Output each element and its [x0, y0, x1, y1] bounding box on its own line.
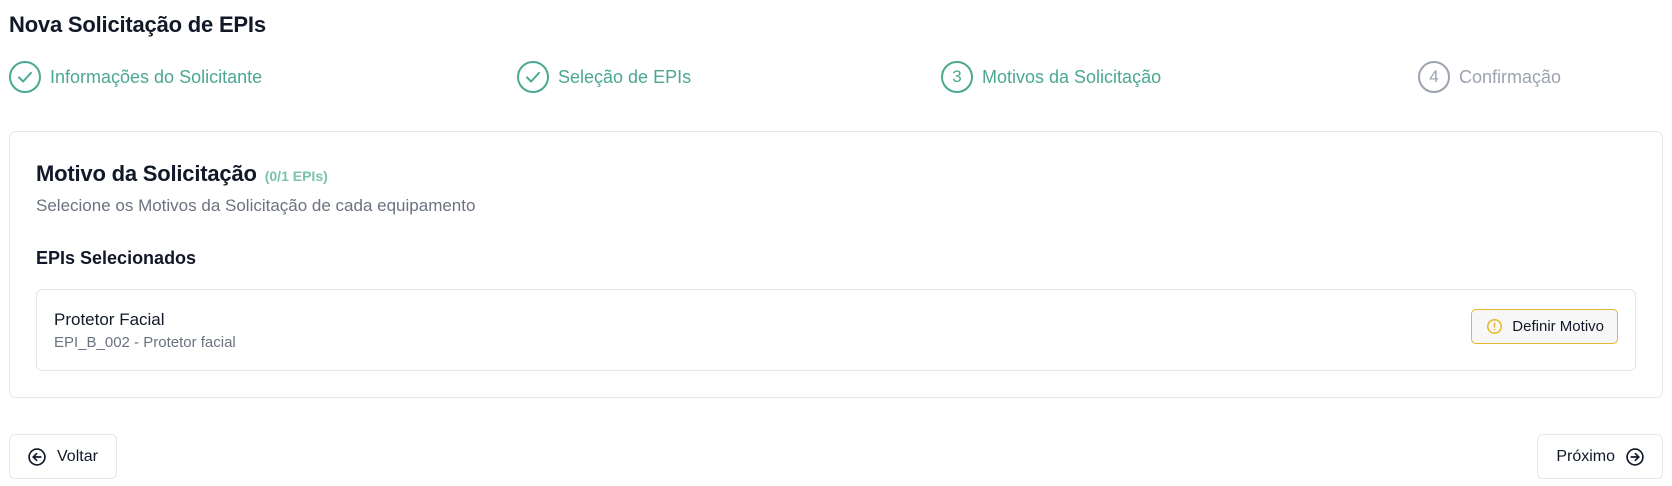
- selection-count: (0/1 EPIs): [264, 168, 328, 184]
- define-reason-label: Definir Motivo: [1512, 318, 1604, 335]
- step-label: Seleção de EPIs: [558, 66, 692, 87]
- step-informacoes-solicitante[interactable]: Informações do Solicitante: [9, 59, 262, 95]
- step-label: Motivos da Solicitação: [982, 66, 1162, 87]
- card-description: Selecione os Motivos da Solicitação de c…: [36, 196, 476, 215]
- stepper: Informações do Solicitante Seleção de EP…: [9, 59, 1664, 95]
- back-label: Voltar: [57, 447, 98, 465]
- card-header: Motivo da Solicitação (0/1 EPIs): [36, 161, 328, 187]
- step-selecao-epis[interactable]: Seleção de EPIs: [517, 59, 691, 95]
- step-confirmacao[interactable]: 4 Confirmação: [1418, 59, 1561, 95]
- check-icon: [9, 61, 41, 93]
- epi-item: Protetor Facial EPI_B_002 - Protetor fac…: [36, 289, 1636, 371]
- define-reason-button[interactable]: Definir Motivo: [1471, 309, 1618, 344]
- reason-card: Motivo da Solicitação (0/1 EPIs) Selecio…: [9, 131, 1663, 398]
- next-label: Próximo: [1556, 447, 1615, 465]
- back-button[interactable]: Voltar: [9, 434, 117, 479]
- step-label: Confirmação: [1459, 66, 1562, 87]
- step-number: 4: [1418, 61, 1450, 93]
- alert-circle-icon: [1486, 318, 1503, 335]
- epi-code: EPI_B_002 - Protetor facial: [54, 334, 236, 351]
- next-button[interactable]: Próximo: [1537, 434, 1663, 479]
- page: Nova Solicitação de EPIs Informações do …: [0, 0, 1672, 486]
- step-number: 3: [941, 61, 973, 93]
- page-title: Nova Solicitação de EPIs: [9, 12, 266, 37]
- arrow-right-circle-icon: [1625, 447, 1645, 467]
- card-title: Motivo da Solicitação: [36, 161, 257, 186]
- section-title: EPIs Selecionados: [36, 248, 197, 268]
- step-label: Informações do Solicitante: [50, 66, 263, 87]
- arrow-left-circle-icon: [27, 447, 47, 467]
- step-motivos-solicitacao[interactable]: 3 Motivos da Solicitação: [941, 59, 1161, 95]
- epi-name: Protetor Facial: [54, 310, 165, 329]
- check-icon: [517, 61, 549, 93]
